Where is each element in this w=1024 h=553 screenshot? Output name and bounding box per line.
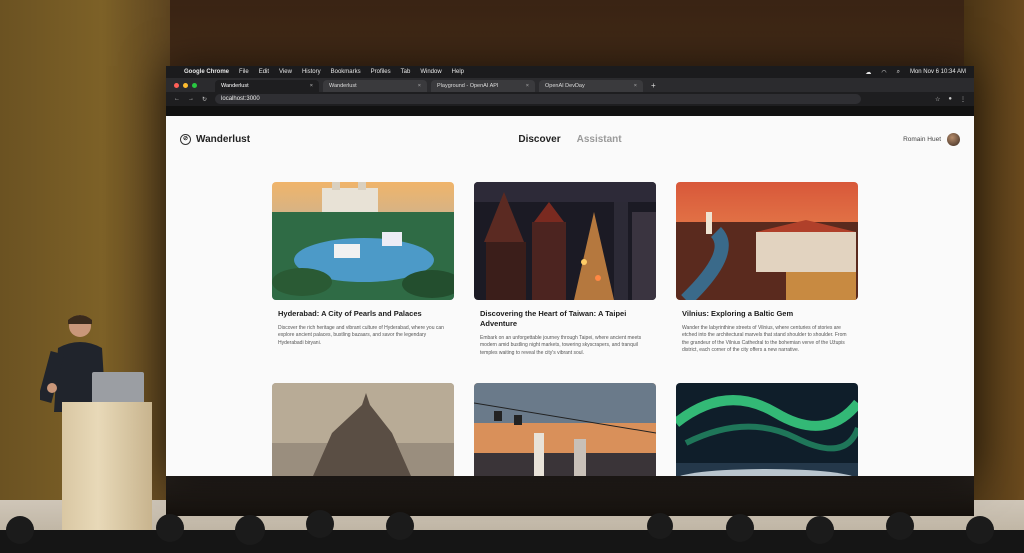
app-menu[interactable]: Google Chrome [184,69,229,75]
menu-bookmarks[interactable]: Bookmarks [331,69,361,75]
menu-window[interactable]: Window [420,69,441,75]
destination-card[interactable] [474,383,656,476]
main-nav: Discover Assistant [166,116,974,162]
close-tab-icon[interactable]: × [310,83,313,89]
wifi-icon[interactable]: ◠ [881,69,886,76]
menubar-clock[interactable]: Mon Nov 6 10:34 AM [910,69,966,75]
mac-menubar: Google Chrome File Edit View History Boo… [166,66,974,78]
laptop [92,372,144,404]
tab-wanderlust-1[interactable]: Wanderlust × [215,80,319,92]
card-image-aurora[interactable] [676,383,858,476]
card-image-taipei[interactable] [474,182,656,300]
card-image-mont-saint-michel[interactable] [272,383,454,476]
card-description: Discover the rich heritage and vibrant c… [278,325,444,346]
card-title: Vilnius: Exploring a Baltic Gem [682,309,794,318]
forward-icon[interactable]: → [188,96,194,102]
menu-tab[interactable]: Tab [401,69,411,75]
tab-playground[interactable]: Playground - OpenAI API × [431,80,535,92]
destination-grid: Hyderabad: A City of Pearls and Palaces … [272,182,862,476]
tab-discover[interactable]: Discover [518,134,560,145]
tab-assistant[interactable]: Assistant [577,134,622,145]
reload-icon[interactable]: ↻ [202,96,207,103]
search-icon[interactable]: ⌕ [897,69,900,76]
audience-silhouettes [0,510,1024,553]
destination-card[interactable]: Discovering the Heart of Taiwan: A Taipe… [474,182,656,357]
browser-tabbar: Wanderlust × Wanderlust × Playground - Ope… [166,78,974,92]
card-image-vilnius[interactable] [676,182,858,300]
card-description: Wander the labyrinthine streets of Vilni… [682,325,847,354]
new-tab-icon[interactable]: + [647,78,656,92]
url-field[interactable]: localhost:3000 [215,94,862,104]
destination-card[interactable]: Hyderabad: A City of Pearls and Palaces … [272,182,454,357]
destination-card[interactable] [676,383,858,476]
card-description: Embark on an unforgettable journey throu… [480,335,642,356]
menu-profiles[interactable]: Profiles [371,69,391,75]
destination-card[interactable]: Vilnius: Exploring a Baltic Gem Wander t… [676,182,858,357]
card-image-hyderabad[interactable] [272,182,454,300]
menu-file[interactable]: File [239,69,249,75]
menu-help[interactable]: Help [452,69,464,75]
destination-card[interactable] [272,383,454,476]
card-title: Hyderabad: A City of Pearls and Palaces [278,309,422,318]
close-tab-icon[interactable]: × [418,83,421,89]
tab-label: OpenAI DevDay [545,83,585,89]
card-title: Discovering the Heart of Taiwan: A Taipe… [480,309,627,328]
tab-devday[interactable]: OpenAI DevDay × [539,80,643,92]
profile-icon[interactable]: ● [948,96,952,103]
close-window-icon[interactable] [174,82,179,88]
cloud-icon[interactable]: ☁ [865,69,871,76]
url-text: localhost:3000 [221,96,260,102]
app-header: ⊘ Wanderlust Discover Assistant Romain H… [166,116,974,162]
more-menu-icon[interactable]: ⋮ [960,96,966,103]
address-bar-row: ← → ↻ localhost:3000 ☆ ● ⋮ [166,92,974,106]
close-tab-icon[interactable]: × [526,83,529,89]
tab-wanderlust-2[interactable]: Wanderlust × [323,80,427,92]
minimize-window-icon[interactable] [183,82,188,88]
menu-view[interactable]: View [279,69,292,75]
tab-label: Wanderlust [329,83,357,89]
back-icon[interactable]: ← [174,96,180,102]
menu-history[interactable]: History [302,69,321,75]
tab-label: Playground - OpenAI API [437,83,499,89]
menu-edit[interactable]: Edit [259,69,269,75]
card-image-cable-car[interactable] [474,383,656,476]
star-icon[interactable]: ☆ [935,96,940,103]
projection-screen: Google Chrome File Edit View History Boo… [166,66,974,476]
tab-label: Wanderlust [221,83,249,89]
zoom-window-icon[interactable] [192,82,197,88]
window-controls [174,78,197,92]
close-tab-icon[interactable]: × [634,83,637,89]
web-page: ⊘ Wanderlust Discover Assistant Romain H… [166,116,974,476]
